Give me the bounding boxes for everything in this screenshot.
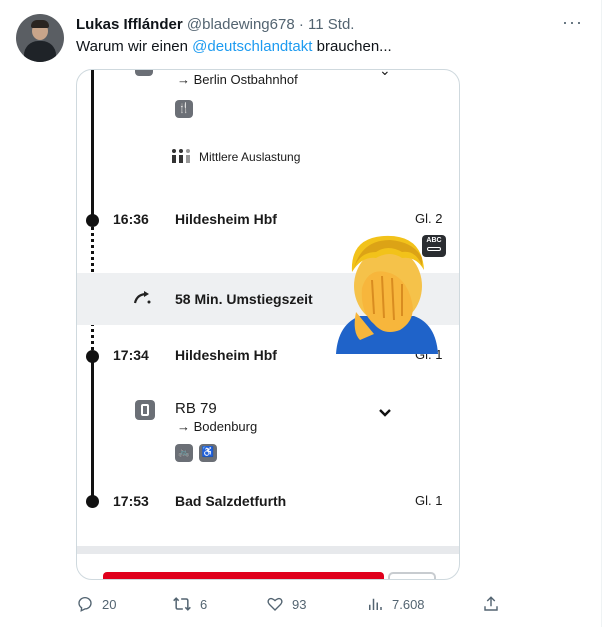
views-button[interactable]: 7.608 xyxy=(366,594,425,614)
train-icon xyxy=(135,70,153,76)
timeline-rail-bottom xyxy=(91,354,94,502)
stop-node xyxy=(86,214,99,227)
views-icon xyxy=(369,598,382,610)
avatar-body xyxy=(24,41,56,62)
retweet-icon xyxy=(173,597,191,611)
stop1-time: 16:36 xyxy=(113,211,149,227)
retweet-count: 6 xyxy=(200,596,208,612)
stop-node xyxy=(86,495,99,508)
tweet-text-after: brauchen... xyxy=(312,38,392,55)
avatar[interactable] xyxy=(16,14,64,62)
restaurant-icon: 🍴 xyxy=(175,100,193,118)
wheelchair-icon: ♿ xyxy=(199,444,217,462)
reply-button[interactable]: 20 xyxy=(76,594,116,614)
action-bar: 20 6 93 7.608 xyxy=(76,594,506,614)
timeline-rail-top xyxy=(91,70,94,216)
more-options-icon[interactable]: ··· xyxy=(562,12,583,33)
retweet-button[interactable]: 6 xyxy=(172,594,207,614)
transfer-time: 58 Min. Umstiegszeit xyxy=(175,291,313,307)
facepalm-emoji-icon xyxy=(336,235,438,354)
first-direction: → Berlin Ostbahnhof xyxy=(177,72,298,87)
chevron-down-icon[interactable] xyxy=(378,408,392,418)
stop1-platform: Gl. 2 xyxy=(415,211,443,226)
tweet[interactable]: Lukas Ifflánder @bladewing678 · 11 Std. … xyxy=(0,0,602,627)
like-button[interactable]: 93 xyxy=(266,594,306,614)
stop2-time: 17:34 xyxy=(113,347,149,363)
stop1-station: Hildesheim Hbf xyxy=(175,211,277,227)
share-button[interactable] xyxy=(482,594,500,614)
regional-train-glyph xyxy=(141,404,149,416)
stop3-time: 17:53 xyxy=(113,493,149,509)
separator: · xyxy=(298,16,304,33)
occupancy-label: Mittlere Auslastung xyxy=(199,150,301,164)
stop2-station: Hildesheim Hbf xyxy=(175,347,277,363)
heart-icon xyxy=(267,597,283,611)
tweet-text-before: Warum wir einen xyxy=(76,38,193,55)
book-button xyxy=(103,572,384,579)
secondary-button xyxy=(388,572,436,579)
timestamp[interactable]: 11 Std. xyxy=(308,16,354,33)
tweet-header: Lukas Ifflánder @bladewing678 · 11 Std. xyxy=(76,15,354,35)
tweet-text: Warum wir einen @deutschlandtakt brauche… xyxy=(76,37,392,57)
view-count: 7.608 xyxy=(392,596,425,612)
reply-count: 20 xyxy=(102,596,117,612)
reply-icon xyxy=(78,596,92,612)
bottom-divider xyxy=(77,546,459,554)
share-icon xyxy=(484,596,498,611)
transfer-arrow-icon xyxy=(133,291,151,304)
stop3-station: Bad Salzdetfurth xyxy=(175,493,287,509)
avatar-hair xyxy=(31,20,49,28)
train-line: RB 79 xyxy=(175,400,217,417)
bicycle-icon: 🚲 xyxy=(175,444,193,462)
mention-link[interactable]: @deutschlandtakt xyxy=(192,38,312,55)
occupancy-icon xyxy=(172,149,190,163)
stop-node xyxy=(86,350,99,363)
like-count: 93 xyxy=(292,596,307,612)
author-handle[interactable]: @bladewing678 xyxy=(187,16,295,33)
chevron-down-icon: ⌄ xyxy=(379,69,391,78)
regional-train-icon xyxy=(135,400,155,420)
author-name[interactable]: Lukas Ifflánder xyxy=(76,16,183,33)
train-direction: → Bodenburg xyxy=(177,419,258,434)
stop3-platform: Gl. 1 xyxy=(415,493,443,508)
